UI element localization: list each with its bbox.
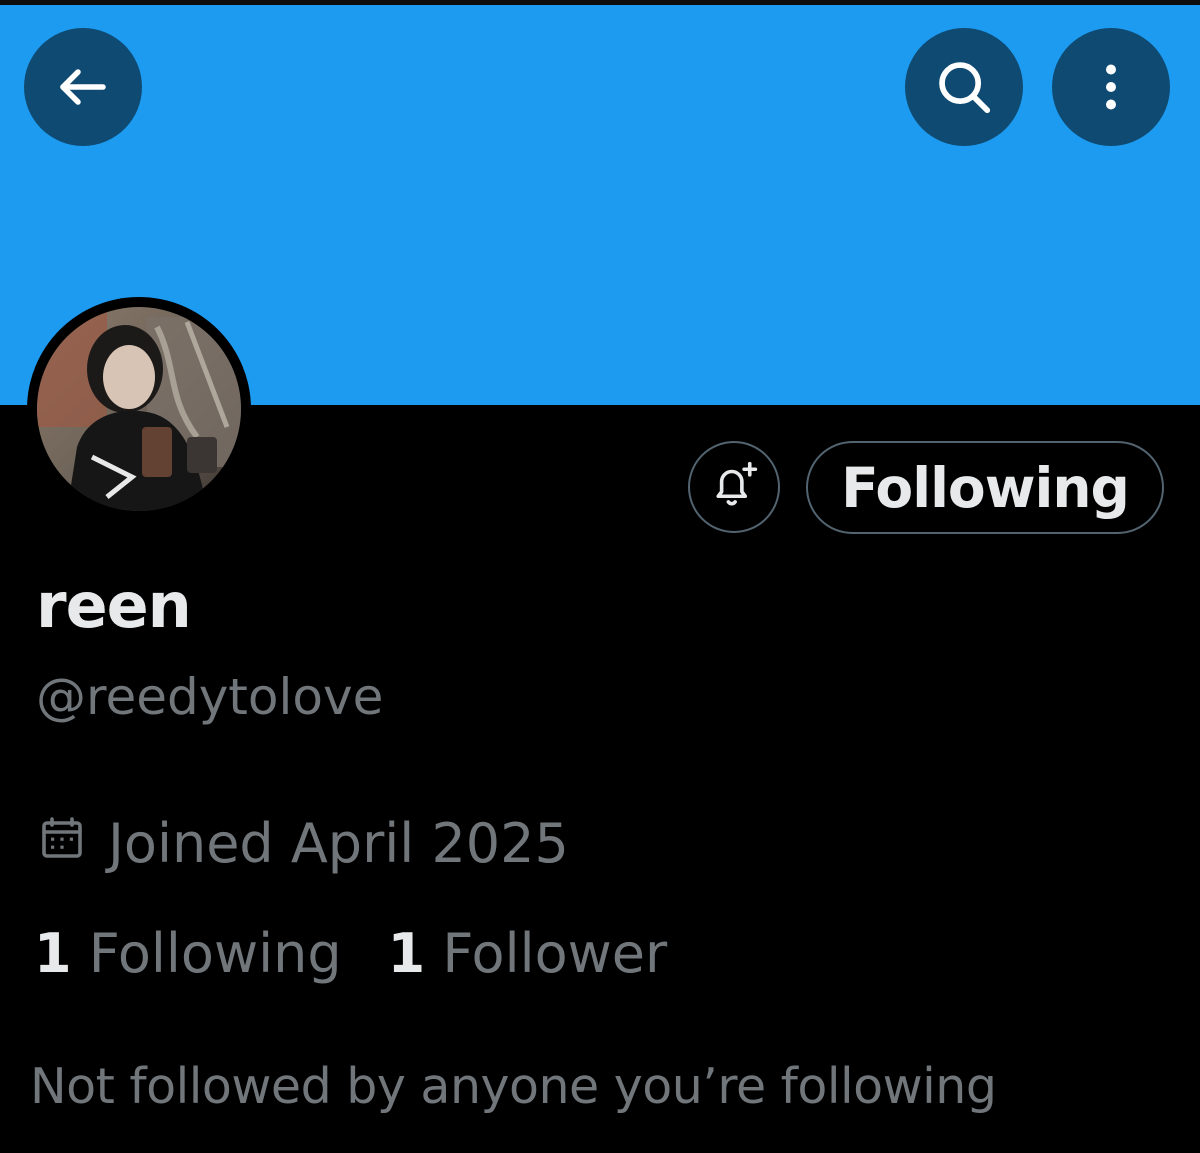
joined-date: Joined April 2025: [38, 808, 569, 880]
joined-text: Joined April 2025: [108, 812, 569, 875]
followers-count: 1: [387, 922, 426, 985]
arrow-left-icon: [53, 57, 113, 117]
avatar[interactable]: [27, 297, 251, 521]
following-button[interactable]: Following: [806, 441, 1164, 534]
notify-button[interactable]: [688, 441, 780, 533]
search-button[interactable]: [905, 28, 1023, 146]
calendar-icon: [38, 808, 108, 880]
profile-handle: @reedytolove: [36, 668, 384, 726]
followers-label: Follower: [442, 922, 668, 985]
following-stat[interactable]: 1 Following: [34, 918, 342, 990]
search-icon: [933, 56, 995, 118]
follow-stats: 1 Following 1 Follower: [34, 918, 667, 990]
back-button[interactable]: [24, 28, 142, 146]
avatar-photo: [37, 307, 241, 511]
more-vertical-icon: [1081, 57, 1141, 117]
bell-plus-icon: [707, 458, 761, 516]
following-count: 1: [34, 922, 72, 985]
followers-you-know: Not followed by anyone you’re following: [30, 1058, 997, 1115]
following-label: Following: [88, 922, 342, 985]
followers-stat[interactable]: 1 Follower: [388, 918, 668, 990]
profile-display-name: reen: [36, 569, 192, 642]
more-options-button[interactable]: [1052, 28, 1170, 146]
